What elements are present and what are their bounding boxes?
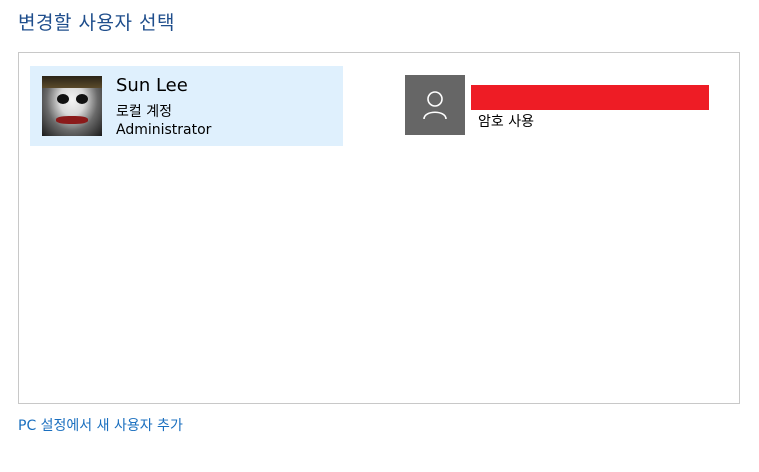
user-tile-other[interactable]: 암호 사용 (405, 75, 725, 137)
account-type: 로컬 계정 (116, 104, 172, 120)
user-name: Sun Lee (116, 75, 188, 96)
page-title: 변경할 사용자 선택 (18, 12, 175, 34)
user-role: Administrator (116, 122, 212, 138)
redacted-user-name (471, 85, 709, 110)
password-status: 암호 사용 (478, 114, 534, 130)
avatar (405, 75, 465, 135)
user-tile-sun-lee[interactable]: Sun Lee 로컬 계정 Administrator (30, 66, 343, 146)
add-user-link[interactable]: PC 설정에서 새 사용자 추가 (18, 415, 183, 435)
user-icon (423, 91, 447, 120)
user-list-panel: Sun Lee 로컬 계정 Administrator 암호 사용 (18, 52, 740, 404)
avatar (42, 76, 102, 136)
